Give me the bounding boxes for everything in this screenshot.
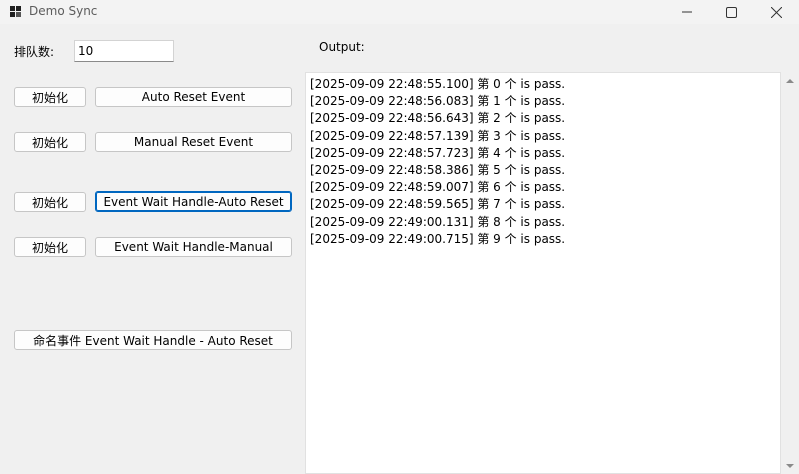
log-line: [2025-09-09 22:48:55.100] 第 0 个 is pass. — [310, 77, 566, 91]
maximize-icon — [725, 6, 737, 18]
output-log: [2025-09-09 22:48:55.100] 第 0 个 is pass.… — [310, 76, 565, 248]
init-button-manual-reset[interactable]: 初始化 — [14, 132, 86, 152]
close-icon — [770, 6, 782, 18]
log-line: [2025-09-09 22:48:57.139] 第 3 个 is pass. — [310, 128, 566, 143]
log-line: [2025-09-09 22:48:59.565] 第 7 个 is pass. — [310, 197, 566, 212]
init-button-auto-reset[interactable]: 初始化 — [14, 87, 86, 107]
output-label: Output: — [319, 40, 365, 54]
init-button-ewh-manual[interactable]: 初始化 — [14, 237, 86, 257]
output-scrollbar[interactable] — [781, 72, 799, 474]
log-line: [2025-09-09 22:48:58.386] 第 5 个 is pass. — [310, 163, 566, 178]
output-textbox[interactable]: [2025-09-09 22:48:55.100] 第 0 个 is pass.… — [305, 72, 781, 474]
maximize-button[interactable] — [708, 0, 754, 24]
log-line: [2025-09-09 22:48:56.083] 第 1 个 is pass. — [310, 94, 566, 109]
queue-count-input[interactable]: 10 — [74, 40, 174, 62]
log-line: [2025-09-09 22:49:00.715] 第 9 个 is pass. — [310, 231, 566, 246]
log-line: [2025-09-09 22:49:00.131] 第 8 个 is pass. — [310, 214, 566, 229]
manual-reset-event-button[interactable]: Manual Reset Event — [95, 132, 292, 152]
title-bar[interactable]: Demo Sync — [0, 0, 799, 24]
minimize-icon — [682, 11, 692, 13]
minimize-button[interactable] — [664, 0, 710, 24]
event-wait-handle-manual-button[interactable]: Event Wait Handle-Manual — [95, 237, 292, 257]
app-icon — [10, 6, 22, 18]
named-event-wait-handle-button[interactable]: 命名事件 Event Wait Handle - Auto Reset — [14, 330, 292, 350]
scroll-up-icon[interactable] — [786, 79, 794, 83]
event-wait-handle-auto-reset-button[interactable]: Event Wait Handle-Auto Reset — [95, 191, 292, 212]
log-line: [2025-09-09 22:48:59.007] 第 6 个 is pass. — [310, 180, 566, 195]
window-title: Demo Sync — [29, 4, 98, 18]
queue-count-label: 排队数: — [14, 45, 55, 59]
auto-reset-event-button[interactable]: Auto Reset Event — [95, 87, 292, 107]
init-button-ewh-auto[interactable]: 初始化 — [14, 192, 86, 212]
close-button[interactable] — [753, 0, 799, 24]
scroll-down-icon[interactable] — [786, 464, 794, 468]
log-line: [2025-09-09 22:48:56.643] 第 2 个 is pass. — [310, 111, 566, 126]
log-line: [2025-09-09 22:48:57.723] 第 4 个 is pass. — [310, 145, 566, 160]
